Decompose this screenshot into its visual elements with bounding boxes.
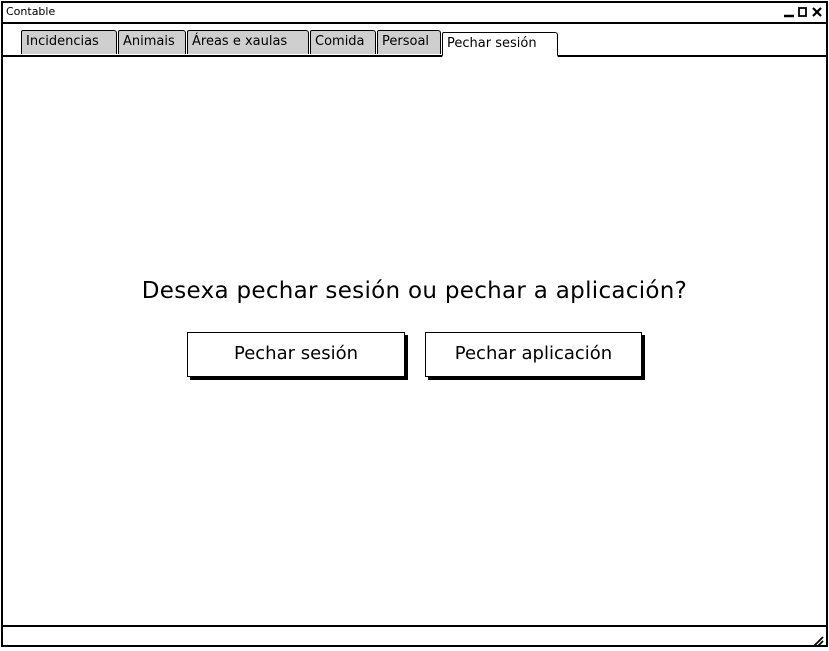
status-bar bbox=[3, 625, 826, 647]
tab-pechar-sesion[interactable]: Pechar sesión bbox=[442, 32, 558, 57]
logout-button[interactable]: Pechar sesión bbox=[187, 332, 405, 377]
exit-application-button[interactable]: Pechar aplicación bbox=[425, 332, 642, 377]
tab-areas-e-xaulas[interactable]: Áreas e xaulas bbox=[187, 30, 309, 54]
maximize-icon[interactable] bbox=[797, 5, 809, 19]
title-bar: Contable bbox=[3, 3, 826, 24]
tab-animais[interactable]: Animais bbox=[118, 30, 186, 54]
resize-grip-icon[interactable] bbox=[812, 632, 824, 647]
minimize-icon[interactable] bbox=[783, 5, 795, 19]
tab-comida[interactable]: Comida bbox=[310, 30, 376, 54]
window-title: Contable bbox=[6, 5, 56, 18]
logout-question: Desexa pechar sesión ou pechar a aplicac… bbox=[141, 278, 688, 304]
tab-incidencias[interactable]: Incidencias bbox=[21, 30, 117, 54]
main-content: Desexa pechar sesión ou pechar a aplicac… bbox=[3, 58, 826, 625]
tab-bar: Incidencias Animais Áreas e xaulas Comid… bbox=[3, 24, 826, 57]
tab-baseline bbox=[3, 55, 826, 57]
tab-persoal[interactable]: Persoal bbox=[377, 30, 441, 54]
close-icon[interactable] bbox=[811, 5, 823, 19]
app-window: Contable Incidencias Animais Áreas e xau… bbox=[1, 1, 828, 647]
window-controls bbox=[783, 4, 823, 20]
